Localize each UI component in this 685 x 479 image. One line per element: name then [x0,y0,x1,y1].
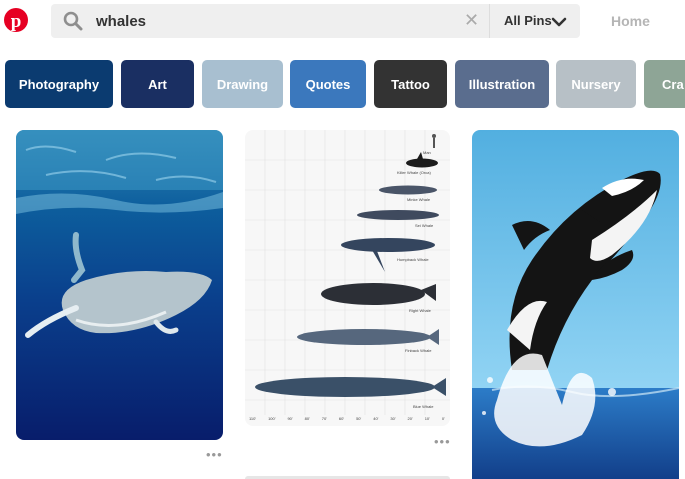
chip-crafts[interactable]: Cra [644,60,685,108]
label-humpback-whale: Humpback Whale [397,257,429,262]
label-right-whale: Right Whale [409,308,431,313]
chevron-down-icon[interactable] [551,15,567,33]
chip-quotes[interactable]: Quotes [290,60,366,108]
scale-tick: 60' [338,416,345,421]
chip-drawing[interactable]: Drawing [202,60,283,108]
scale-tick: 90' [287,416,293,421]
chip-tattoo[interactable]: Tattoo [374,60,447,108]
scale-tick: 20' [407,416,413,421]
label-minke-whale: Minke Whale [407,197,431,202]
pin-more-options[interactable]: ••• [206,447,223,462]
pin-whale-size-chart[interactable]: Man Killer Whale (Orca) Minke Whale Sei … [245,130,450,426]
pin-humpback-whale-underwater[interactable] [16,130,223,440]
pin-orca-jumping[interactable] [472,130,679,479]
humpback-whale-photo [16,130,223,440]
pin-more-options[interactable]: ••• [434,434,451,449]
label-finback-whale: Finback Whale [405,348,432,353]
label-killer-whale: Killer Whale (Orca) [397,170,431,175]
search-icon [63,11,83,36]
label-blue-whale: Blue Whale [413,404,434,409]
scale-tick: 110' [249,416,257,421]
chip-label: Illustration [468,76,536,92]
chip-label: Nursery [571,76,621,92]
scale-tick: 100' [268,416,276,421]
search-divider [489,4,490,38]
scale-tick: 70' [321,416,327,421]
top-bar: p whales ✕ All Pins Home [0,0,685,48]
label-man: Man [423,150,431,155]
scale-tick: 40' [373,416,379,421]
scale-tick: 80' [304,416,310,421]
orca-jumping-photo [472,130,679,479]
scale-tick: 50' [356,416,362,421]
chip-label: Photography [18,76,100,92]
scale-tick: 0' [441,416,445,421]
home-link[interactable]: Home [611,13,650,29]
label-sei-whale: Sei Whale [415,223,434,228]
chip-label: Cra [662,76,684,92]
search-bar[interactable]: whales ✕ All Pins [51,4,580,38]
svg-text:p: p [11,11,22,32]
chip-label: Drawing [216,76,269,92]
clear-icon[interactable]: ✕ [464,10,479,31]
guided-search-chips: Photography Art Drawing Quotes Tattoo Il… [0,60,685,108]
search-input[interactable]: whales [96,13,146,30]
pinterest-logo-icon[interactable]: p [4,8,28,32]
scale-tick: 30' [390,416,396,421]
scale-tick: 10' [424,416,430,421]
scale-ticks: 110' 100' 90' 80' 70' 60' 50' 40' 30' 20… [249,416,445,421]
search-scope-dropdown[interactable]: All Pins [504,13,552,28]
chip-art[interactable]: Art [121,60,194,108]
chip-nursery[interactable]: Nursery [556,60,636,108]
chip-label: Tattoo [391,76,430,92]
chip-illustration[interactable]: Illustration [455,60,549,108]
chip-photography[interactable]: Photography [5,60,113,108]
chip-label: Quotes [305,76,351,92]
chip-label: Art [148,76,167,92]
